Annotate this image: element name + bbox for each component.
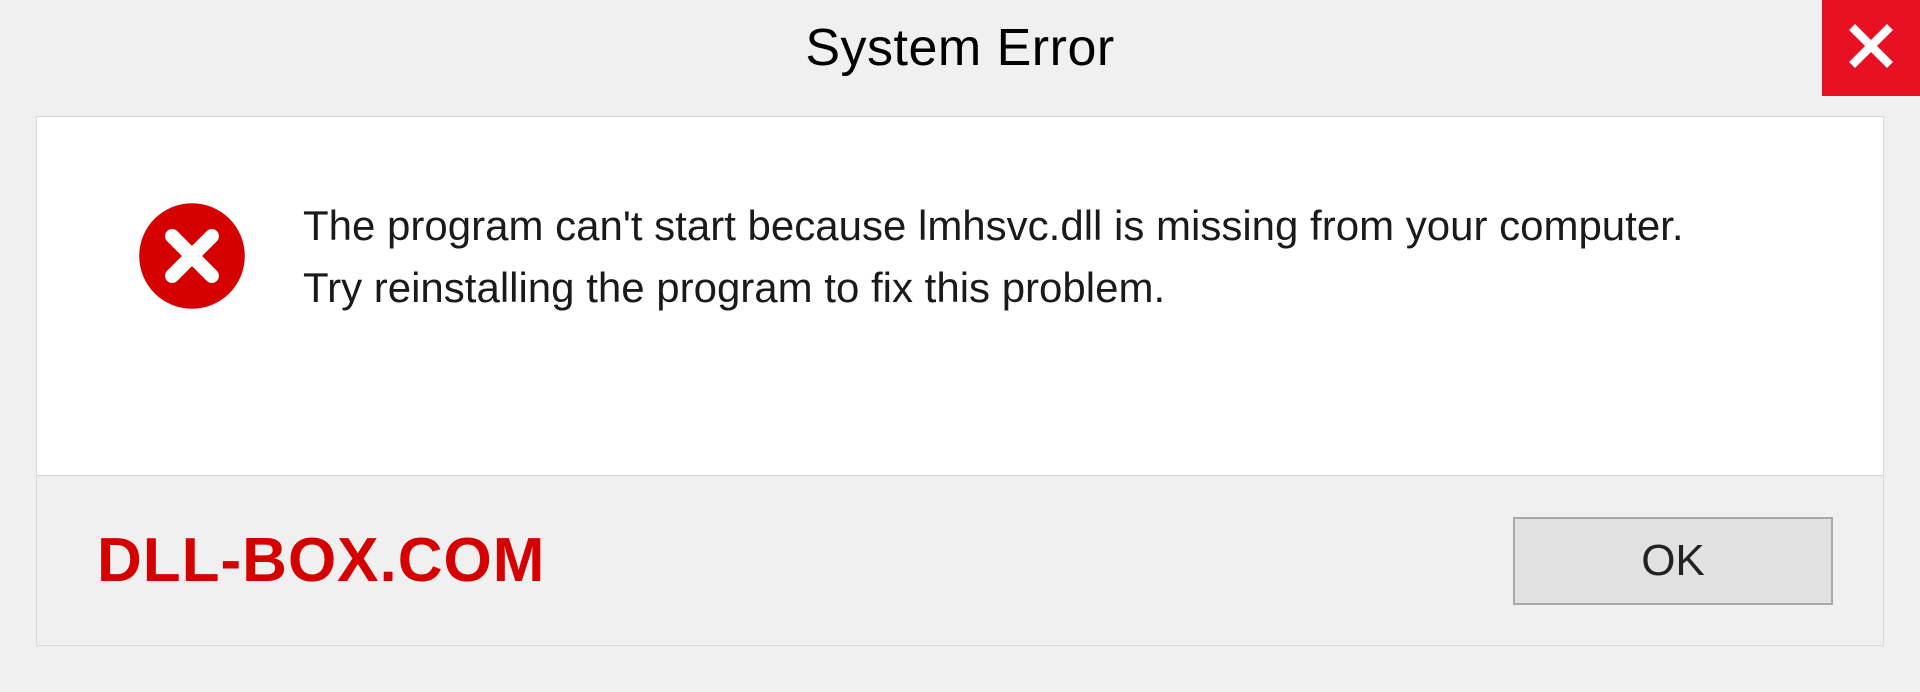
error-message: The program can't start because lmhsvc.d…	[303, 195, 1823, 319]
dialog-title: System Error	[805, 18, 1114, 78]
error-message-line1: The program can't start because lmhsvc.d…	[303, 195, 1823, 257]
titlebar: System Error	[0, 0, 1920, 96]
watermark-text: DLL-BOX.COM	[97, 525, 545, 596]
close-button[interactable]	[1822, 0, 1920, 96]
dialog-footer: DLL-BOX.COM OK	[36, 476, 1884, 646]
ok-button-label: OK	[1641, 536, 1705, 586]
content-panel: The program can't start because lmhsvc.d…	[36, 116, 1884, 476]
error-icon	[137, 201, 247, 316]
close-icon	[1847, 22, 1895, 75]
ok-button[interactable]: OK	[1513, 517, 1833, 605]
error-message-line2: Try reinstalling the program to fix this…	[303, 257, 1823, 319]
